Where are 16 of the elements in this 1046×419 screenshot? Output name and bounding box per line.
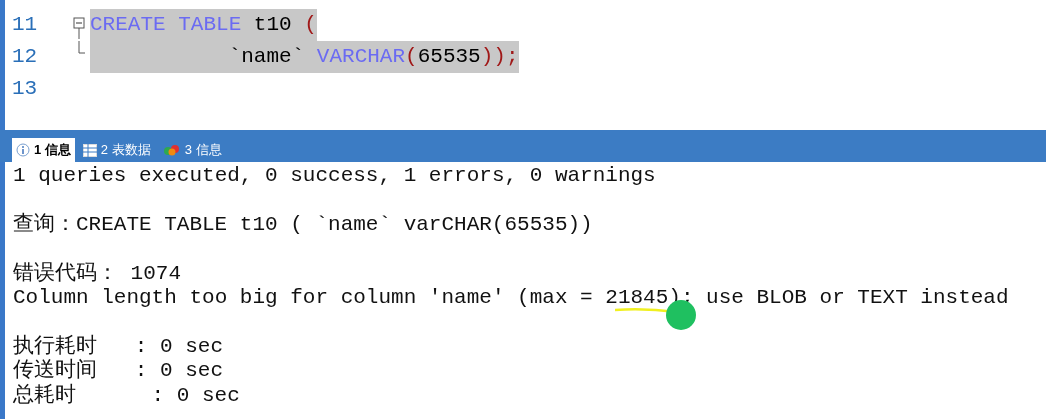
- tab[interactable]: 1 信息: [12, 138, 75, 162]
- fold-collapse-icon[interactable]: [73, 17, 85, 39]
- line-number: 12: [12, 44, 39, 71]
- output-line: 总耗时 : 0 sec: [13, 383, 241, 408]
- output-line: 传送时间 : 0 sec: [13, 359, 225, 383]
- output-line: 执行耗时 : 0 sec: [13, 334, 225, 358]
- output-line: 错误代码： 1074: [13, 261, 182, 286]
- tab[interactable]: 3 信息: [158, 138, 226, 162]
- info-icon: [16, 143, 30, 157]
- output-line: 查询：CREATE TABLE t10 ( `name` varCHAR(65535)): [13, 212, 594, 238]
- colored-dots-icon: [162, 144, 181, 156]
- line-number: 13: [12, 76, 39, 103]
- output-line: 1 queries executed, 0 success, 1 errors, 0 warnings: [13, 164, 657, 189]
- line-number: 11: [12, 12, 39, 39]
- table-icon: [82, 143, 97, 157]
- tab[interactable]: 2 表数据: [78, 138, 155, 162]
